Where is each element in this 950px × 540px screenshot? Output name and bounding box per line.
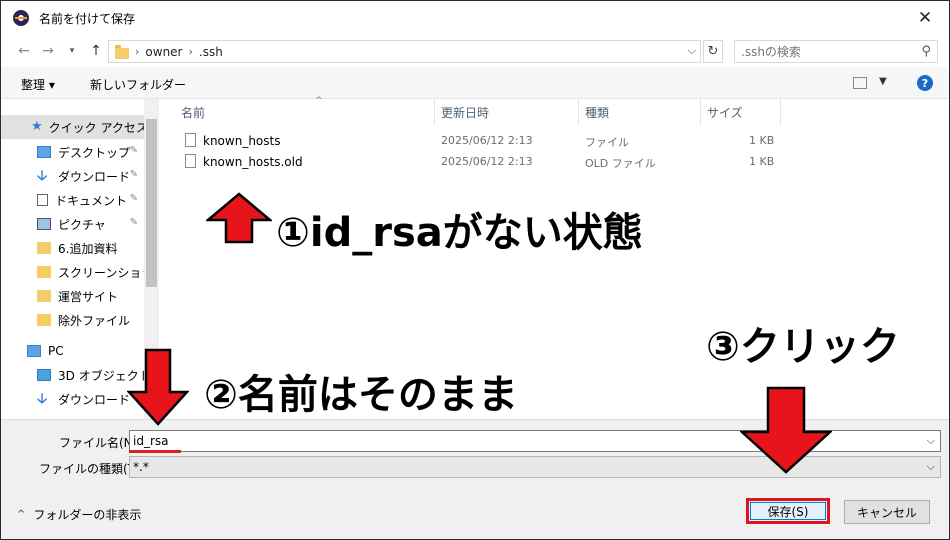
recent-locations-chevron-icon[interactable]: ▾ bbox=[63, 42, 81, 60]
annotation-up-arrow-icon bbox=[206, 192, 272, 244]
up-arrow-icon[interactable]: ↑ bbox=[87, 42, 105, 60]
folder-icon bbox=[37, 242, 51, 254]
eclipse-app-icon bbox=[13, 10, 29, 26]
document-icon bbox=[37, 194, 48, 206]
sidebar-item-pictures[interactable]: ピクチャ ✎ bbox=[1, 212, 144, 236]
annotation-down-arrow-icon bbox=[127, 348, 189, 426]
breadcrumb-owner[interactable]: owner bbox=[145, 45, 182, 59]
folder-icon bbox=[115, 44, 129, 59]
window-title: 名前を付けて保存 bbox=[39, 11, 136, 26]
breadcrumb-separator: › bbox=[188, 45, 193, 58]
file-row[interactable]: known_hosts 2025/06/12 2:13 ファイル 1 KB bbox=[163, 131, 783, 151]
breadcrumb-ssh[interactable]: .ssh bbox=[199, 45, 223, 59]
organize-menu[interactable]: 整理 ▾ bbox=[21, 76, 55, 93]
title-bar: 名前を付けて保存 ✕ bbox=[1, 1, 949, 35]
sidebar-item-3d-objects[interactable]: 3D オブジェクト bbox=[1, 363, 151, 387]
view-options-icon[interactable] bbox=[853, 77, 867, 89]
pin-icon: ✎ bbox=[129, 169, 138, 180]
folder-icon bbox=[37, 266, 51, 278]
sidebar-item-desktop[interactable]: デスクトップ ✎ bbox=[1, 140, 144, 164]
help-icon[interactable]: ? bbox=[917, 75, 933, 91]
sidebar-item-excluded-files[interactable]: 除外ファイル bbox=[1, 308, 144, 332]
filename-highlight-underline bbox=[129, 450, 181, 453]
file-row[interactable]: known_hosts.old 2025/06/12 2:13 OLD ファイル… bbox=[163, 152, 783, 172]
sidebar-item-downloads[interactable]: 🡣 ダウンロード ✎ bbox=[1, 164, 144, 188]
cube-icon bbox=[37, 369, 51, 381]
search-box[interactable]: ⚲ bbox=[734, 40, 938, 63]
sidebar-item-pc-downloads[interactable]: 🡣 ダウンロード bbox=[1, 387, 144, 411]
star-icon: ★ bbox=[31, 119, 43, 134]
save-button[interactable]: 保存(S) bbox=[746, 498, 830, 524]
back-arrow-icon[interactable]: ← bbox=[15, 42, 33, 60]
search-input[interactable] bbox=[741, 44, 911, 59]
column-header-name[interactable]: 名前 ^ bbox=[175, 96, 435, 125]
folder-icon bbox=[37, 290, 51, 302]
cancel-button[interactable]: キャンセル bbox=[844, 500, 930, 524]
refresh-button[interactable]: ↻ bbox=[703, 40, 723, 63]
address-dropdown-icon[interactable]: ⌵ bbox=[688, 44, 696, 58]
folder-icon bbox=[37, 314, 51, 326]
pc-icon bbox=[27, 345, 41, 357]
desktop-icon bbox=[37, 146, 51, 158]
navigation-bar: ← → ▾ ↑ › owner › .ssh ⌵ ↻ ⚲ bbox=[1, 35, 949, 67]
sidebar-scrollbar-thumb[interactable] bbox=[146, 119, 157, 287]
column-header-size[interactable]: サイズ bbox=[701, 99, 781, 125]
column-header-type[interactable]: 種類 bbox=[579, 99, 701, 125]
close-button[interactable]: ✕ bbox=[905, 3, 945, 33]
annotation-step3: ③クリック bbox=[706, 324, 900, 370]
annotation-step2: ②名前はそのまま bbox=[204, 372, 518, 418]
breadcrumb-separator: › bbox=[135, 45, 140, 58]
pin-icon: ✎ bbox=[129, 145, 138, 156]
sidebar-item-additional-materials[interactable]: 6.追加資料 bbox=[1, 236, 144, 260]
filetype-value: *.* bbox=[133, 460, 149, 474]
new-folder-button[interactable]: 新しいフォルダー bbox=[90, 76, 186, 93]
chevron-up-icon: ^ bbox=[17, 509, 26, 520]
forward-arrow-icon[interactable]: → bbox=[39, 42, 57, 60]
picture-icon bbox=[37, 218, 51, 230]
sidebar-item-documents[interactable]: ドキュメント ✎ bbox=[1, 188, 144, 212]
file-icon bbox=[185, 133, 196, 147]
download-icon: 🡣 bbox=[37, 168, 48, 184]
column-header-date[interactable]: 更新日時 bbox=[435, 99, 579, 125]
view-options-chevron-icon[interactable]: ▼ bbox=[879, 76, 887, 87]
sort-ascending-icon: ^ bbox=[315, 96, 323, 106]
filetype-dropdown-icon[interactable]: ⌵ bbox=[927, 460, 935, 474]
download-icon: 🡣 bbox=[37, 391, 48, 407]
annotation-step1: ①id_rsaがない状態 bbox=[276, 210, 643, 256]
sidebar-item-screenshots[interactable]: スクリーンショット bbox=[1, 260, 159, 284]
command-toolbar: 整理 ▾ 新しいフォルダー ▼ ? bbox=[1, 67, 949, 99]
sidebar-item-quick-access[interactable]: ★ クイック アクセス bbox=[1, 115, 148, 139]
hide-folders-toggle[interactable]: ^ フォルダーの非表示 bbox=[17, 506, 141, 523]
sidebar-item-operation-sites[interactable]: 運営サイト bbox=[1, 284, 144, 308]
pin-icon: ✎ bbox=[129, 217, 138, 228]
search-icon: ⚲ bbox=[921, 44, 931, 59]
filename-dropdown-icon[interactable]: ⌵ bbox=[927, 434, 935, 448]
sidebar-item-pc[interactable]: PC bbox=[1, 339, 144, 363]
address-bar[interactable]: › owner › .ssh ⌵ bbox=[108, 40, 701, 63]
pin-icon: ✎ bbox=[129, 193, 138, 204]
file-icon bbox=[185, 154, 196, 168]
annotation-down-arrow-icon bbox=[740, 386, 832, 474]
